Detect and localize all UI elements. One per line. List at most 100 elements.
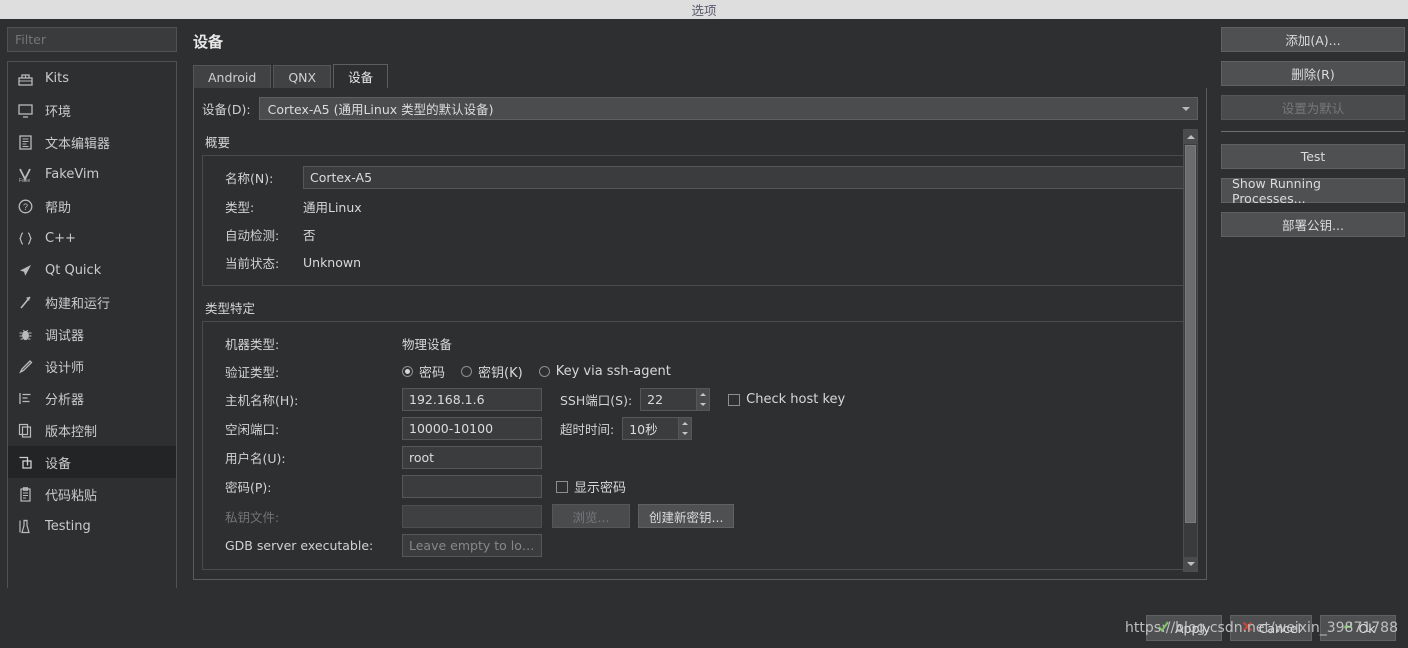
sidebar-item-version-control[interactable]: 版本控制	[8, 414, 176, 446]
pencil-icon	[17, 358, 34, 375]
spin-up-icon[interactable]	[679, 418, 691, 429]
svg-text:?: ?	[23, 202, 28, 212]
sidebar-item-label: 调试器	[45, 328, 85, 344]
sidebar-item-debugger[interactable]: 调试器	[8, 318, 176, 350]
sidebar-item-environment[interactable]: 环境	[8, 94, 176, 126]
device-selector-combo[interactable]: Cortex-A5 (通用Linux 类型的默认设备)	[258, 97, 1198, 120]
ssh-port-stepper[interactable]: 22	[640, 388, 711, 411]
free-ports-input[interactable]: 10000-10100	[402, 417, 542, 440]
monitor-icon	[17, 102, 34, 119]
summary-name-input[interactable]: Cortex-A5	[303, 166, 1185, 189]
scroll-down-button[interactable]	[1184, 557, 1197, 571]
check-icon	[1157, 620, 1170, 636]
radio-dot-icon	[402, 365, 413, 377]
summary-name-label: 名称(N):	[225, 171, 274, 186]
spin-down-icon[interactable]	[679, 429, 691, 440]
tab-android[interactable]: Android	[193, 65, 272, 88]
ssh-port-label: SSH端口(S):	[560, 393, 633, 408]
sidebar-item-build-run[interactable]: 构建和运行	[8, 286, 176, 318]
gdb-input[interactable]: Leave empty to lo…	[402, 534, 542, 557]
clipboard-icon	[17, 486, 34, 503]
spin-down-icon[interactable]	[697, 400, 709, 411]
host-input[interactable]: 192.168.1.6	[402, 388, 542, 411]
timeout-spin-buttons[interactable]	[678, 417, 693, 440]
ssh-port-spin-buttons[interactable]	[696, 388, 711, 411]
auth-radio-key[interactable]: 密钥(K)	[461, 362, 523, 381]
sidebar-item-fakevim[interactable]: Fake FakeVim	[8, 158, 176, 190]
private-key-label: 私钥文件:	[225, 509, 280, 525]
timeout-label: 超时时间:	[560, 422, 615, 437]
cancel-label: Cancel	[1258, 620, 1301, 636]
deploy-public-key-button[interactable]: 部署公钥...	[1221, 212, 1405, 237]
create-new-key-button[interactable]: 创建新密钥...	[638, 504, 735, 528]
password-input[interactable]	[402, 475, 542, 498]
ssh-port-input[interactable]: 22	[640, 388, 697, 411]
sidebar-item-devices[interactable]: 设备	[8, 446, 176, 478]
summary-type-label: 类型:	[225, 199, 255, 215]
cancel-button[interactable]: Cancel	[1229, 615, 1312, 641]
summary-state-value: Unknown	[303, 254, 362, 270]
main-content: 设备 Android QNX 设备 设备(D): Cortex-A5 (通用Li…	[185, 19, 1213, 648]
set-as-default-button: 设置为默认	[1221, 95, 1405, 120]
spin-up-icon[interactable]	[697, 389, 709, 400]
timeout-stepper[interactable]: 10秒	[622, 417, 693, 440]
sidebar: Kits 环境 文本编辑器 Fake FakeVim ? 帮助	[0, 19, 185, 648]
tab-devices[interactable]: 设备	[333, 64, 389, 88]
username-row: 用户名(U): root	[203, 446, 1192, 469]
gdb-placeholder: Leave empty to lo…	[409, 538, 535, 553]
device-icon	[17, 454, 34, 471]
sidebar-item-label: 文本编辑器	[45, 136, 111, 152]
filter-input[interactable]	[7, 27, 177, 52]
sidebar-item-designer[interactable]: 设计师	[8, 350, 176, 382]
bug-icon	[17, 326, 34, 343]
timeout-input[interactable]: 10秒	[622, 417, 679, 440]
summary-state-row: 当前状态: Unknown	[203, 251, 1192, 273]
gdb-row: GDB server executable: Leave empty to lo…	[203, 534, 1192, 557]
sidebar-item-label: Kits	[45, 70, 70, 86]
browse-button: 浏览...	[552, 504, 630, 528]
device-selector-row: 设备(D): Cortex-A5 (通用Linux 类型的默认设备)	[194, 97, 1206, 120]
ok-button[interactable]: Ok	[1320, 615, 1396, 641]
scroll-up-button[interactable]	[1184, 130, 1197, 144]
username-input[interactable]: root	[402, 446, 542, 469]
window-titlebar: 选项	[0, 0, 1408, 19]
tab-qnx[interactable]: QNX	[273, 65, 332, 88]
remove-device-button[interactable]: 删除(R)	[1221, 61, 1405, 86]
sidebar-item-help[interactable]: ? 帮助	[8, 190, 176, 222]
actions-divider	[1221, 131, 1405, 132]
sidebar-item-text-editor[interactable]: 文本编辑器	[8, 126, 176, 158]
sidebar-item-code-pasting[interactable]: 代码粘贴	[8, 478, 176, 510]
auth-radio-password[interactable]: 密码	[402, 362, 445, 381]
auth-radio-ssh-agent[interactable]: Key via ssh-agent	[538, 363, 671, 379]
summary-group-title: 概要	[205, 135, 231, 150]
summary-type-row: 类型: 通用Linux	[203, 195, 1192, 217]
show-password-checkbox[interactable]: 显示密码	[556, 477, 626, 496]
sidebar-item-kits[interactable]: Kits	[8, 62, 176, 94]
version-control-icon	[17, 422, 34, 439]
scrollbar-thumb[interactable]	[1185, 145, 1196, 523]
sidebar-item-label: 版本控制	[45, 424, 98, 440]
sidebar-item-qt-quick[interactable]: Qt Quick	[8, 254, 176, 286]
kits-icon	[17, 70, 34, 87]
sidebar-nav-list: Kits 环境 文本编辑器 Fake FakeVim ? 帮助 C++ Qt Q…	[7, 61, 177, 588]
sidebar-item-label: 代码粘贴	[45, 488, 98, 504]
check-host-key-checkbox[interactable]: Check host key	[728, 392, 845, 407]
help-icon: ?	[17, 198, 34, 215]
test-button[interactable]: Test	[1221, 144, 1405, 169]
show-running-processes-button[interactable]: Show Running Processes...	[1221, 176, 1405, 206]
settings-vertical-scrollbar[interactable]	[1183, 129, 1198, 572]
add-device-button[interactable]: 添加(A)...	[1221, 27, 1405, 52]
sidebar-item-testing[interactable]: Testing	[8, 510, 176, 542]
apply-button[interactable]: Apply	[1145, 615, 1222, 641]
hammer-icon	[17, 294, 34, 311]
sidebar-item-analyzer[interactable]: 分析器	[8, 382, 176, 414]
gdb-label: GDB server executable:	[225, 538, 374, 553]
check-host-key-label: Check host key	[746, 392, 846, 407]
checkbox-box-icon	[728, 393, 741, 406]
private-key-row: 私钥文件: 浏览... 创建新密钥...	[203, 504, 1192, 528]
sidebar-item-label: 构建和运行	[45, 296, 111, 312]
chevron-down-icon	[1182, 106, 1190, 111]
auth-radio-label: Key via ssh-agent	[555, 363, 671, 379]
machine-type-label: 机器类型:	[225, 336, 280, 352]
sidebar-item-cpp[interactable]: C++	[8, 222, 176, 254]
